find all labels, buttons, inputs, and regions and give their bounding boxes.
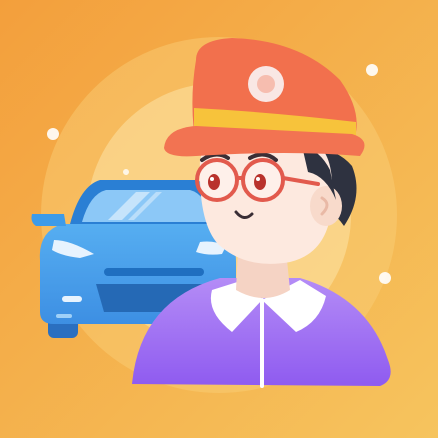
- sparkle-dot: [123, 169, 129, 175]
- sparkle-dot: [47, 128, 59, 140]
- illustration-canvas: [0, 0, 438, 438]
- driver-avatar-illustration: [0, 0, 438, 438]
- sparkle-dot: [366, 64, 378, 76]
- sparkle-dot: [379, 272, 391, 284]
